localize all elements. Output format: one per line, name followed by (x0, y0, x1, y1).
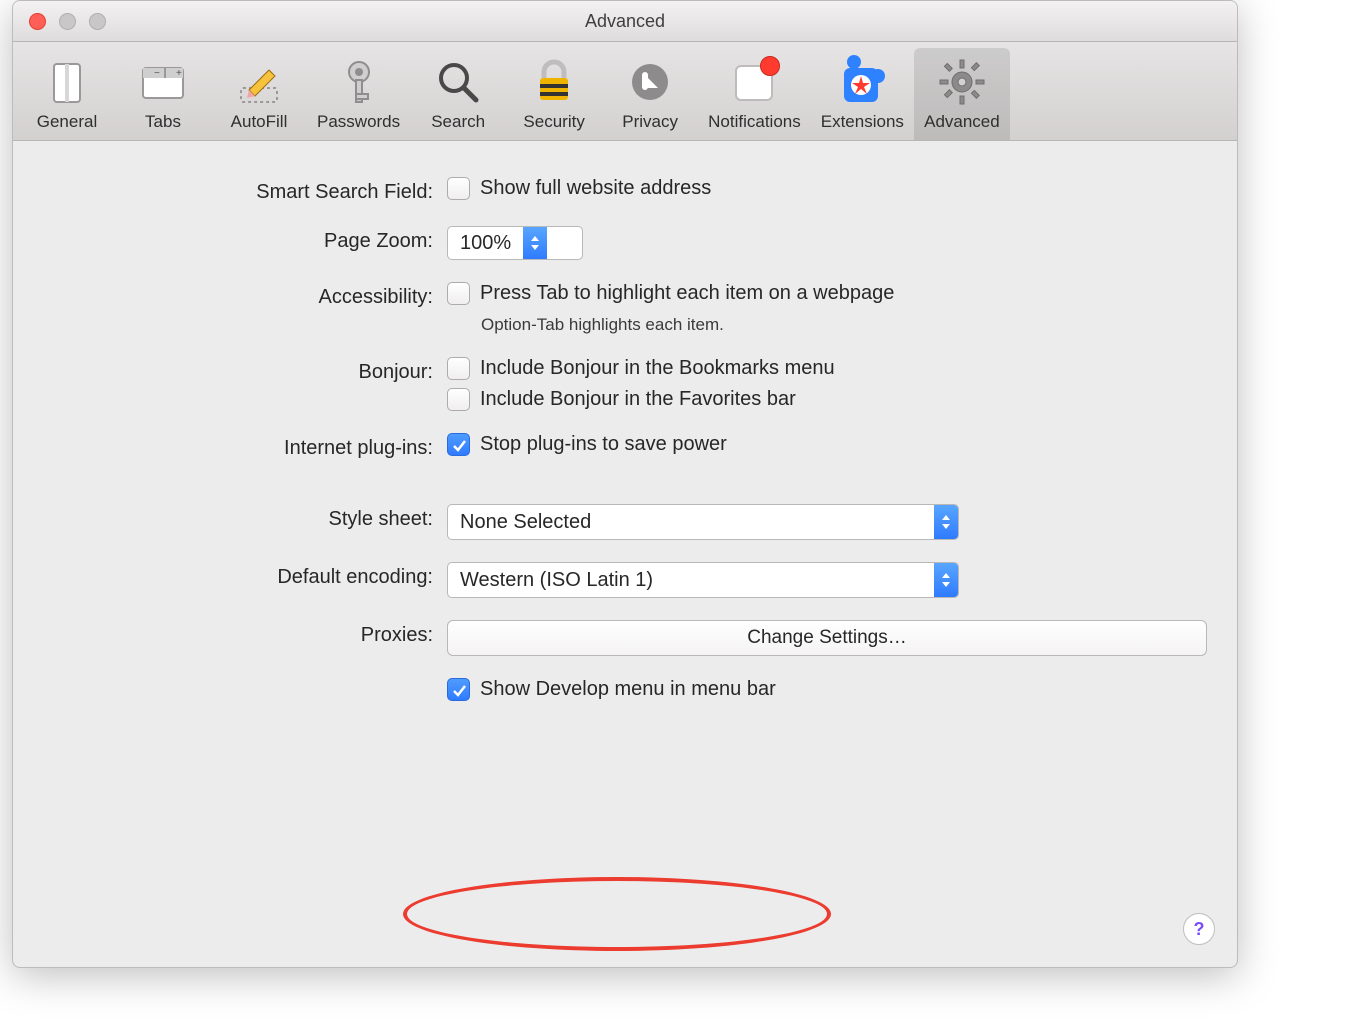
default-encoding-value: Western (ISO Latin 1) (448, 569, 934, 592)
stop-plugins-checkbox[interactable] (447, 433, 470, 456)
preferences-toolbar: General −+ Tabs AutoFill Pa (13, 42, 1237, 141)
tab-extensions[interactable]: Extensions (811, 48, 914, 140)
page-zoom-label: Page Zoom: (43, 226, 447, 253)
tab-label: AutoFill (231, 112, 288, 132)
accessibility-label: Accessibility: (43, 282, 447, 309)
bonjour-favorites-checkbox[interactable] (447, 388, 470, 411)
tab-general[interactable]: General (19, 48, 115, 140)
notifications-icon (726, 54, 782, 110)
window-controls (29, 13, 106, 30)
tab-tabs[interactable]: −+ Tabs (115, 48, 211, 140)
stepper-icon (934, 505, 958, 539)
tab-security[interactable]: Security (506, 48, 602, 140)
default-encoding-label: Default encoding: (43, 562, 447, 589)
tab-label: Passwords (317, 112, 400, 132)
show-develop-label: Show Develop menu in menu bar (480, 678, 776, 701)
accessibility-hint: Option-Tab highlights each item. (447, 315, 1207, 335)
bonjour-favorites-label: Include Bonjour in the Favorites bar (480, 388, 796, 411)
style-sheet-label: Style sheet: (43, 504, 447, 531)
style-sheet-value: None Selected (448, 511, 934, 534)
smart-search-label: Smart Search Field: (43, 177, 447, 204)
default-encoding-select[interactable]: Western (ISO Latin 1) (447, 562, 959, 598)
tab-label: General (37, 112, 97, 132)
svg-text:+: + (176, 68, 182, 79)
tab-label: Tabs (145, 112, 181, 132)
close-button[interactable] (29, 13, 46, 30)
tab-label: Notifications (708, 112, 801, 132)
proxies-label: Proxies: (43, 620, 447, 647)
zoom-button[interactable] (89, 13, 106, 30)
tab-search[interactable]: Search (410, 48, 506, 140)
security-icon (526, 54, 582, 110)
passwords-icon (331, 54, 387, 110)
tab-autofill[interactable]: AutoFill (211, 48, 307, 140)
tab-label: Advanced (924, 112, 1000, 132)
bonjour-bookmarks-checkbox[interactable] (447, 357, 470, 380)
privacy-icon (622, 54, 678, 110)
stepper-icon (523, 227, 547, 259)
tab-label: Extensions (821, 112, 904, 132)
show-full-url-checkbox[interactable] (447, 177, 470, 200)
titlebar: Advanced (13, 1, 1237, 42)
search-icon (430, 54, 486, 110)
page-zoom-value: 100% (448, 232, 523, 255)
press-tab-label: Press Tab to highlight each item on a we… (480, 282, 894, 305)
tab-advanced[interactable]: Advanced (914, 48, 1010, 140)
highlight-ellipse (403, 877, 831, 951)
stop-plugins-label: Stop plug-ins to save power (480, 433, 727, 456)
preferences-window: Advanced General −+ Tabs (12, 0, 1238, 968)
window-title: Advanced (585, 11, 665, 32)
autofill-icon (231, 54, 287, 110)
show-develop-checkbox[interactable] (447, 678, 470, 701)
minimize-button[interactable] (59, 13, 76, 30)
advanced-icon (934, 54, 990, 110)
change-settings-button[interactable]: Change Settings… (447, 620, 1207, 656)
press-tab-checkbox[interactable] (447, 282, 470, 305)
show-full-url-label: Show full website address (480, 177, 711, 200)
help-button[interactable]: ? (1183, 913, 1215, 945)
tab-label: Security (523, 112, 584, 132)
extensions-icon (834, 54, 890, 110)
general-icon (39, 54, 95, 110)
tab-notifications[interactable]: Notifications (698, 48, 811, 140)
page-zoom-select[interactable]: 100% (447, 226, 583, 260)
tab-label: Search (431, 112, 485, 132)
plugins-label: Internet plug-ins: (43, 433, 447, 460)
advanced-form: Smart Search Field: Show full website ad… (13, 141, 1237, 761)
style-sheet-select[interactable]: None Selected (447, 504, 959, 540)
tab-passwords[interactable]: Passwords (307, 48, 410, 140)
tab-label: Privacy (622, 112, 678, 132)
tab-privacy[interactable]: Privacy (602, 48, 698, 140)
bonjour-bookmarks-label: Include Bonjour in the Bookmarks menu (480, 357, 835, 380)
bonjour-label: Bonjour: (43, 357, 447, 384)
tabs-icon: −+ (135, 54, 191, 110)
stepper-icon (934, 563, 958, 597)
svg-text:−: − (154, 68, 160, 79)
